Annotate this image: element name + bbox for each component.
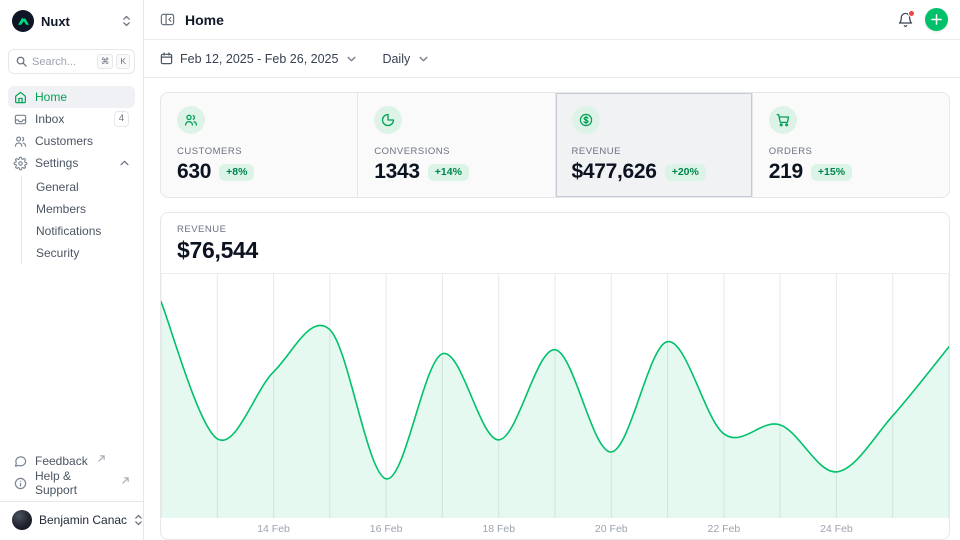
inbox-icon bbox=[14, 113, 27, 126]
sidebar-footer: Feedback Help & Support bbox=[8, 450, 135, 494]
inbox-count-badge: 4 bbox=[114, 111, 129, 126]
sidebar-collapse-icon[interactable] bbox=[160, 12, 175, 27]
stat-delta-badge: +14% bbox=[428, 164, 469, 181]
main-area: Home Feb 12, 2025 - Feb 26, 2025 bbox=[144, 0, 960, 540]
stat-card-revenue[interactable]: REVENUE $477,626 +20% bbox=[556, 93, 752, 197]
users-icon bbox=[177, 106, 205, 134]
sidebar: Nuxt Search... ⌘ K bbox=[0, 0, 144, 540]
sidebar-item-home[interactable]: Home bbox=[8, 86, 135, 108]
sidebar-item-settings[interactable]: Settings bbox=[8, 152, 135, 174]
search-icon bbox=[16, 56, 27, 67]
stat-label: REVENUE bbox=[572, 146, 736, 157]
external-link-icon bbox=[122, 477, 129, 484]
x-axis-tick-label: 24 Feb bbox=[820, 523, 853, 535]
chart-x-axis: 14 Feb 16 Feb 18 Feb 20 Feb 22 Feb 24 Feb bbox=[161, 518, 949, 540]
stat-value: $477,626 bbox=[572, 160, 657, 184]
sidebar-item-customers[interactable]: Customers bbox=[8, 130, 135, 152]
revenue-area-chart[interactable] bbox=[161, 274, 949, 518]
user-menu[interactable]: Benjamin Canac bbox=[8, 502, 135, 532]
nuxt-logo-icon bbox=[12, 10, 34, 32]
kbd-cmd: ⌘ bbox=[97, 54, 114, 69]
x-axis-tick-label: 14 Feb bbox=[257, 523, 290, 535]
sidebar-item-notifications[interactable]: Notifications bbox=[32, 220, 135, 242]
stat-delta-badge: +20% bbox=[665, 164, 706, 181]
search-placeholder: Search... bbox=[32, 56, 92, 68]
x-axis-tick-label: 22 Feb bbox=[707, 523, 740, 535]
users-icon bbox=[14, 135, 27, 148]
user-name: Benjamin Canac bbox=[39, 513, 127, 527]
stat-delta-badge: +8% bbox=[219, 164, 254, 181]
plus-icon bbox=[931, 14, 942, 25]
home-icon bbox=[14, 91, 27, 104]
kbd-k: K bbox=[116, 54, 130, 69]
gear-icon bbox=[14, 157, 27, 170]
chevron-up-icon bbox=[120, 160, 129, 166]
sidebar-item-label: Inbox bbox=[35, 112, 64, 126]
stats-row: CUSTOMERS 630 +8% CONVERSIONS 1343 bbox=[160, 92, 950, 198]
stat-label: ORDERS bbox=[769, 146, 933, 157]
pie-chart-icon bbox=[374, 106, 402, 134]
search-input[interactable]: Search... ⌘ K bbox=[8, 49, 135, 74]
stat-value: 219 bbox=[769, 160, 803, 184]
period-label: Daily bbox=[382, 52, 410, 66]
sidebar-item-general[interactable]: General bbox=[32, 176, 135, 198]
x-axis-tick-label: 18 Feb bbox=[482, 523, 515, 535]
stat-value: 630 bbox=[177, 160, 211, 184]
sidebar-item-security[interactable]: Security bbox=[32, 242, 135, 264]
cart-icon bbox=[769, 106, 797, 134]
notification-dot bbox=[908, 10, 915, 17]
settings-subnav: General Members Notifications Security bbox=[21, 176, 135, 264]
calendar-icon bbox=[160, 52, 173, 65]
chart-header: REVENUE $76,544 bbox=[161, 213, 949, 274]
workspace-selector[interactable]: Nuxt bbox=[8, 8, 135, 34]
chevron-down-icon bbox=[419, 56, 428, 62]
chart-metric-value: $76,544 bbox=[177, 237, 933, 264]
chevron-updown-icon bbox=[134, 514, 143, 526]
revenue-chart-card: REVENUE $76,544 14 Feb 16 Feb 18 Feb 20 Feb… bbox=[160, 212, 950, 540]
info-circle-icon bbox=[14, 477, 27, 490]
chart-metric-label: REVENUE bbox=[177, 224, 933, 235]
date-range-picker[interactable]: Feb 12, 2025 - Feb 26, 2025 bbox=[160, 52, 356, 66]
help-support-label: Help & Support bbox=[35, 469, 112, 497]
stat-card-conversions[interactable]: CONVERSIONS 1343 +14% bbox=[358, 93, 554, 197]
page-content: CUSTOMERS 630 +8% CONVERSIONS 1343 bbox=[144, 78, 960, 540]
user-avatar bbox=[12, 510, 32, 530]
stat-label: CUSTOMERS bbox=[177, 146, 341, 157]
add-button[interactable] bbox=[925, 8, 948, 31]
date-range-label: Feb 12, 2025 - Feb 26, 2025 bbox=[180, 52, 338, 66]
sidebar-nav: Home Inbox 4 Customers bbox=[8, 86, 135, 264]
chat-bubble-icon bbox=[14, 455, 27, 468]
chevron-updown-icon bbox=[122, 15, 131, 27]
help-support-link[interactable]: Help & Support bbox=[8, 472, 135, 494]
stat-card-orders[interactable]: ORDERS 219 +15% bbox=[753, 93, 949, 197]
dollar-circle-icon bbox=[572, 106, 600, 134]
chevron-down-icon bbox=[347, 56, 356, 62]
feedback-label: Feedback bbox=[35, 454, 88, 468]
period-select[interactable]: Daily bbox=[382, 52, 428, 66]
page-header: Home bbox=[144, 0, 960, 40]
sidebar-item-members[interactable]: Members bbox=[32, 198, 135, 220]
x-axis-tick-label: 20 Feb bbox=[595, 523, 628, 535]
external-link-icon bbox=[98, 455, 105, 462]
search-shortcut: ⌘ K bbox=[97, 54, 130, 69]
notifications-button[interactable] bbox=[896, 10, 915, 30]
sidebar-item-label: Settings bbox=[35, 156, 78, 170]
stat-label: CONVERSIONS bbox=[374, 146, 538, 157]
stat-delta-badge: +15% bbox=[811, 164, 852, 181]
workspace-name: Nuxt bbox=[41, 14, 70, 29]
app-window: Nuxt Search... ⌘ K bbox=[0, 0, 960, 540]
sidebar-item-label: Customers bbox=[35, 134, 93, 148]
x-axis-tick-label: 16 Feb bbox=[370, 523, 403, 535]
stat-value: 1343 bbox=[374, 160, 420, 184]
filter-toolbar: Feb 12, 2025 - Feb 26, 2025 Daily bbox=[144, 40, 960, 78]
chart-svg bbox=[161, 274, 949, 518]
page-title: Home bbox=[185, 12, 224, 28]
sidebar-item-inbox[interactable]: Inbox 4 bbox=[8, 108, 135, 130]
sidebar-item-label: Home bbox=[35, 90, 67, 104]
stat-card-customers[interactable]: CUSTOMERS 630 +8% bbox=[161, 93, 357, 197]
